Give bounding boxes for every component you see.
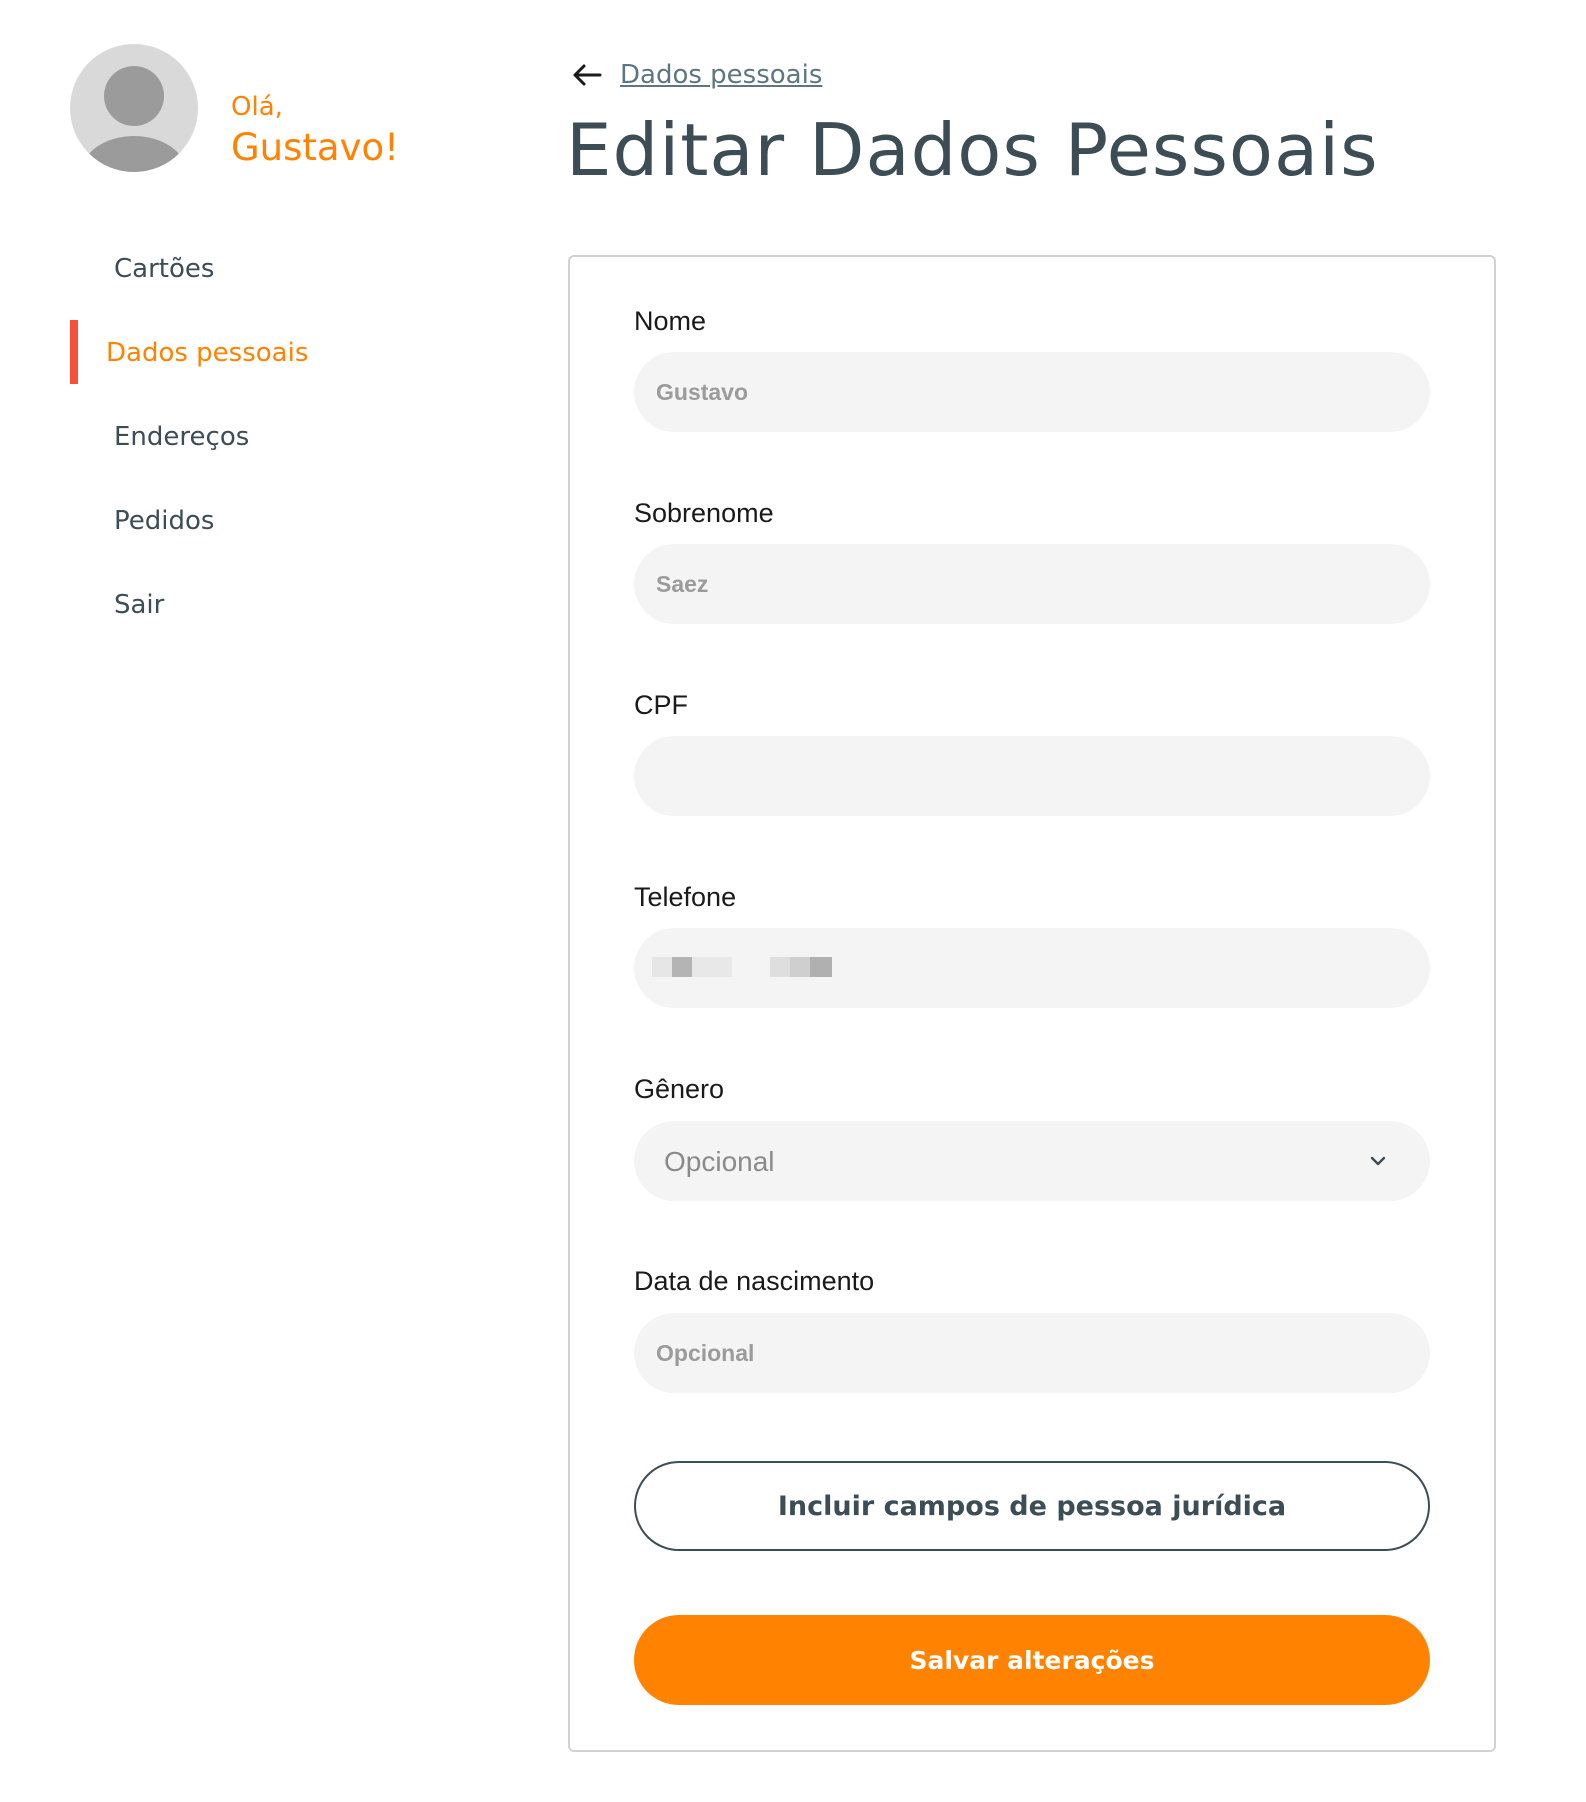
sobrenome-input[interactable] (634, 544, 1430, 624)
greeting-text: Olá, (231, 92, 283, 122)
nome-input[interactable] (634, 352, 1430, 432)
redacted-phone-part (652, 957, 732, 977)
save-button[interactable]: Salvar alterações (634, 1615, 1430, 1705)
chevron-down-icon (1370, 1156, 1386, 1166)
breadcrumb-link[interactable]: Dados pessoais (620, 60, 822, 90)
sobrenome-label: Sobrenome (634, 498, 774, 528)
sidebar-item-cartoes[interactable]: Cartões (114, 254, 214, 284)
redacted-phone-part (770, 957, 832, 977)
active-indicator (70, 320, 78, 384)
cpf-input[interactable] (634, 736, 1430, 816)
back-arrow-icon[interactable] (570, 58, 604, 92)
telefone-label: Telefone (634, 882, 737, 912)
genero-selected-value: Opcional (664, 1146, 775, 1177)
genero-select[interactable]: Opcional (634, 1121, 1430, 1201)
avatar (70, 44, 198, 172)
sidebar-item-sair[interactable]: Sair (114, 590, 164, 620)
nascimento-label: Data de nascimento (634, 1266, 875, 1296)
user-name: Gustavo! (231, 126, 399, 169)
user-icon (82, 66, 186, 172)
cpf-label: CPF (634, 690, 688, 720)
nascimento-input[interactable] (634, 1313, 1430, 1393)
sidebar-item-enderecos[interactable]: Endereços (114, 422, 249, 452)
genero-label: Gênero (634, 1074, 725, 1104)
telefone-input[interactable] (634, 928, 1430, 1008)
nome-label: Nome (634, 306, 707, 336)
include-juridica-button[interactable]: Incluir campos de pessoa jurídica (634, 1461, 1430, 1551)
sidebar-item-pedidos[interactable]: Pedidos (114, 506, 214, 536)
page-title: Editar Dados Pessoais (566, 108, 1379, 192)
sidebar-item-dados-pessoais[interactable]: Dados pessoais (106, 338, 308, 368)
